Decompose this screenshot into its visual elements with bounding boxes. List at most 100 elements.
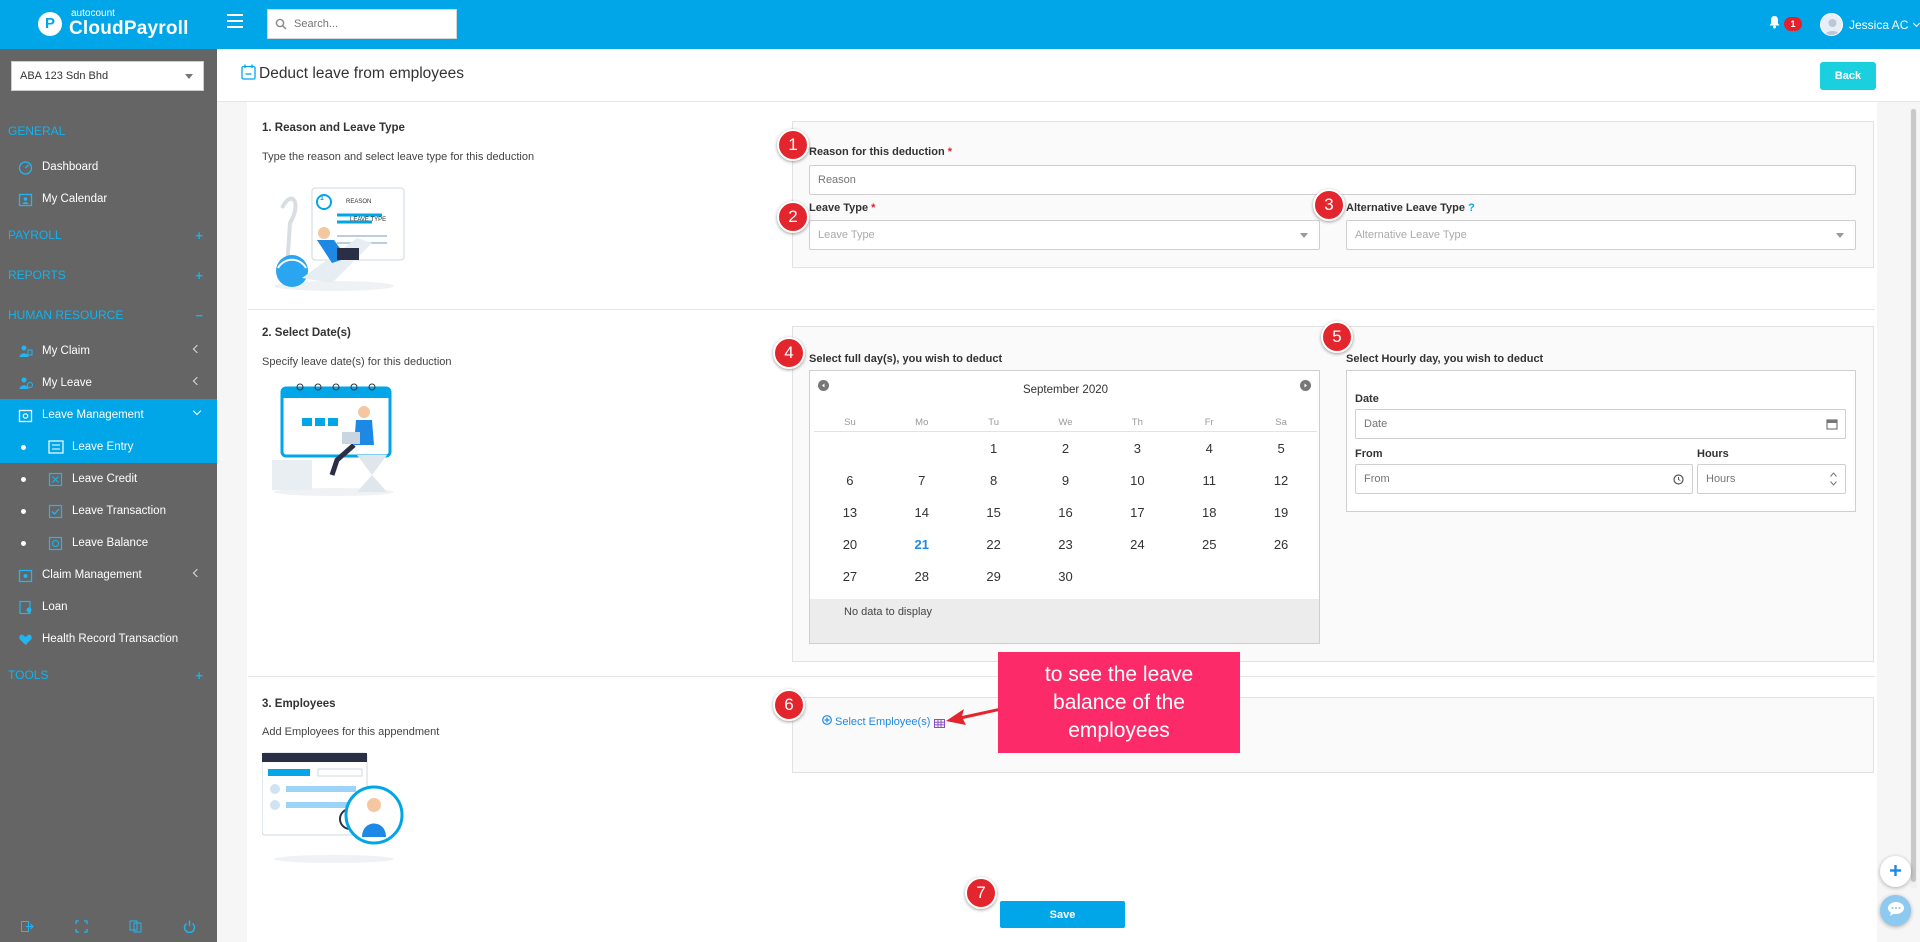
calendar-day[interactable]: 6 [814, 473, 886, 488]
sidebar-item-leave-balance[interactable]: Leave Balance [0, 527, 217, 559]
annotation-marker: 3 [1313, 189, 1345, 221]
chat-fab[interactable] [1880, 895, 1911, 926]
calendar-day[interactable]: 1 [958, 441, 1030, 456]
calendar-day[interactable]: 3 [1101, 441, 1173, 456]
menu-toggle-icon[interactable] [227, 14, 243, 28]
user-menu[interactable]: Jessica AC [1820, 13, 1920, 36]
top-bar: P autocount CloudPayroll 1 Jessica AC [0, 0, 1920, 49]
calendar-day[interactable]: 30 [1030, 569, 1102, 584]
hours-input[interactable] [1706, 473, 1832, 485]
calendar-day[interactable]: 24 [1101, 537, 1173, 552]
leave-type-label: Leave Type * [809, 202, 876, 214]
company-name: ABA 123 Sdn Bhd [20, 70, 109, 82]
dashboard-icon [17, 159, 34, 176]
calendar-day[interactable]: 25 [1173, 537, 1245, 552]
sidebar-section-payroll[interactable]: PAYROLL + [0, 215, 217, 255]
alt-leave-type-select[interactable]: Alternative Leave Type [1346, 220, 1856, 250]
search-input[interactable] [294, 18, 444, 30]
leave-transaction-icon [47, 503, 64, 520]
calendar-week: 6 7 8 9 10 11 12 [814, 464, 1317, 496]
notification-badge[interactable]: 1 [1784, 17, 1802, 31]
sidebar-item-my-claim[interactable]: My Claim [0, 335, 217, 367]
from-field[interactable] [1355, 464, 1693, 494]
chevron-down-icon [1300, 233, 1308, 238]
sidebar-item-claim-management[interactable]: Claim Management [0, 559, 217, 591]
calendar-day[interactable]: 22 [958, 537, 1030, 552]
sidebar-item-leave-credit[interactable]: Leave Credit [0, 463, 217, 495]
company-select[interactable]: ABA 123 Sdn Bhd [11, 61, 204, 91]
calendar-weekdays: Su Mo Tu We Th Fr Sa [814, 414, 1317, 432]
calendar-day[interactable]: 27 [814, 569, 886, 584]
back-button[interactable]: Back [1820, 62, 1876, 90]
sidebar-item-health-record[interactable]: Health Record Transaction [0, 623, 217, 655]
calendar-day[interactable]: 17 [1101, 505, 1173, 520]
calendar-day[interactable]: 29 [958, 569, 1030, 584]
date-field[interactable] [1355, 409, 1846, 439]
clock-icon[interactable] [1673, 474, 1684, 488]
reason-input[interactable] [818, 174, 1752, 186]
calendar-day[interactable]: 10 [1101, 473, 1173, 488]
calendar-day[interactable]: 4 [1173, 441, 1245, 456]
power-icon[interactable] [183, 920, 196, 936]
sidebar-section-reports[interactable]: REPORTS + [0, 255, 217, 295]
add-fab[interactable] [1880, 856, 1911, 887]
calendar-day[interactable]: 20 [814, 537, 886, 552]
search-box[interactable] [267, 9, 457, 39]
calendar-day[interactable]: 14 [886, 505, 958, 520]
sidebar-section-general[interactable]: GENERAL [0, 111, 217, 151]
from-input[interactable] [1364, 473, 1660, 485]
annotation-marker: 4 [773, 337, 805, 369]
claim-icon [17, 343, 34, 360]
calendar-day[interactable]: 28 [886, 569, 958, 584]
sidebar-item-my-calendar[interactable]: My Calendar [0, 183, 217, 215]
calendar-icon[interactable] [1826, 418, 1838, 433]
chevron-left-icon [192, 344, 202, 354]
calendar-day[interactable]: 2 [1030, 441, 1102, 456]
help-icon[interactable]: ? [1468, 202, 1475, 214]
calendar-day-today[interactable]: 21 [886, 537, 958, 552]
sidebar-item-leave-management[interactable]: Leave Management [0, 399, 217, 431]
calendar-day[interactable]: 23 [1030, 537, 1102, 552]
calendar-day[interactable]: 26 [1245, 537, 1317, 552]
leave-type-select[interactable]: Leave Type [809, 220, 1320, 250]
leave-icon [17, 375, 34, 392]
section3-title: 3. Employees [262, 698, 336, 710]
calendar-day[interactable]: 13 [814, 505, 886, 520]
sidebar-item-loan[interactable]: Loan [0, 591, 217, 623]
date-input[interactable] [1364, 418, 1797, 430]
switch-icon[interactable] [129, 920, 142, 936]
save-button[interactable]: Save [1000, 901, 1125, 928]
sidebar-section-tools[interactable]: TOOLS + [0, 655, 217, 695]
calendar-week: 1 2 3 4 5 [814, 432, 1317, 464]
calendar-day[interactable]: 9 [1030, 473, 1102, 488]
hours-field[interactable] [1697, 464, 1846, 494]
calendar-day[interactable]: 16 [1030, 505, 1102, 520]
callout-arrow [946, 708, 999, 725]
logout-icon[interactable] [20, 921, 34, 935]
calendar-day[interactable]: 8 [958, 473, 1030, 488]
select-employees-link[interactable]: Select Employee(s) [822, 715, 930, 728]
search-icon [268, 18, 294, 30]
scrollbar-thumb[interactable] [1911, 109, 1916, 882]
bell-icon[interactable] [1768, 15, 1781, 32]
sidebar-item-leave-transaction[interactable]: Leave Transaction [0, 495, 217, 527]
calendar-day[interactable]: 7 [886, 473, 958, 488]
calendar: September 2020 Su Mo Tu We Th Fr Sa 1 2 … [809, 370, 1320, 644]
sidebar-section-human-resource[interactable]: HUMAN RESOURCE − [0, 295, 217, 335]
calendar-day[interactable]: 11 [1173, 473, 1245, 488]
plus-icon [1889, 864, 1902, 880]
calendar-day[interactable]: 12 [1245, 473, 1317, 488]
fullscreen-icon[interactable] [75, 920, 88, 936]
calendar-day[interactable]: 5 [1245, 441, 1317, 456]
calendar-day[interactable]: 15 [958, 505, 1030, 520]
sidebar-item-my-leave[interactable]: My Leave [0, 367, 217, 399]
calendar-day[interactable]: 19 [1245, 505, 1317, 520]
stepper-icon[interactable] [1830, 471, 1837, 490]
calendar-day[interactable]: 18 [1173, 505, 1245, 520]
app-logo[interactable]: P autocount CloudPayroll [38, 9, 189, 38]
sidebar-item-leave-entry[interactable]: Leave Entry [0, 431, 217, 463]
employees-illustration [261, 747, 407, 865]
annotation-callout: to see the leave balance of the employee… [998, 652, 1240, 753]
annotation-marker: 2 [777, 201, 809, 233]
sidebar-item-dashboard[interactable]: Dashboard [0, 151, 217, 183]
